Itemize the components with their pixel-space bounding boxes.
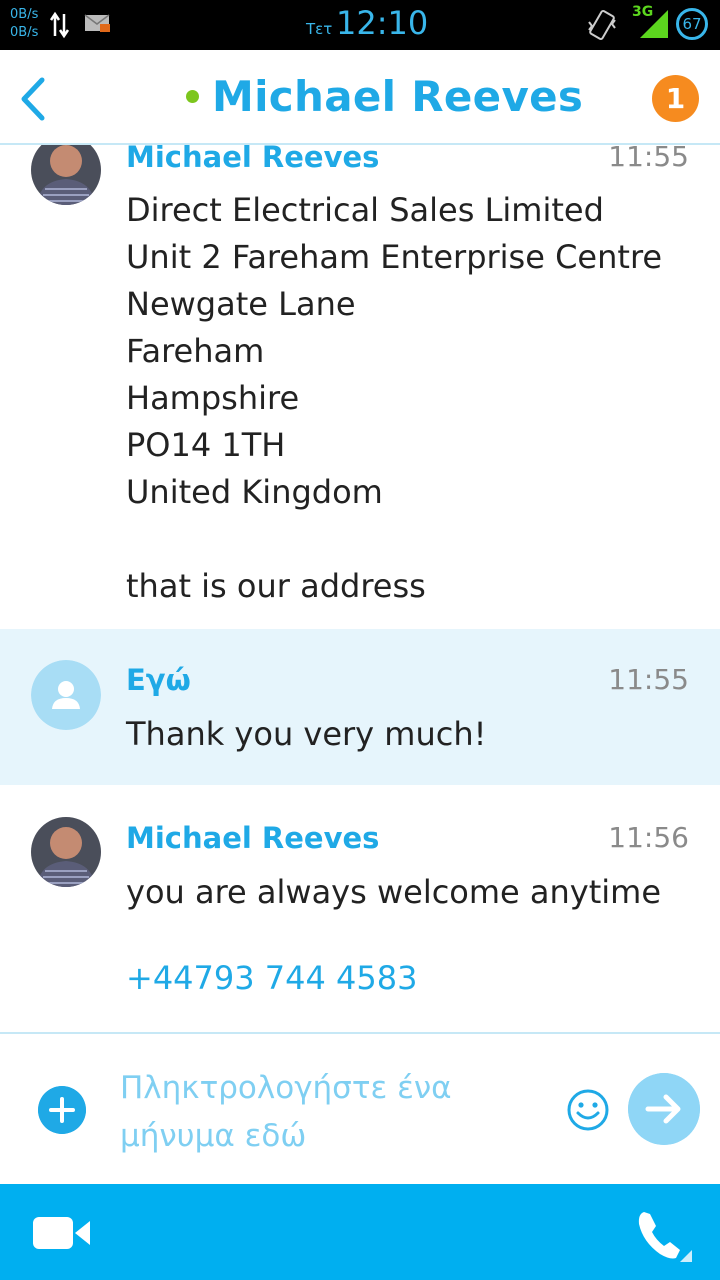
self-avatar[interactable] xyxy=(31,660,101,730)
contact-avatar[interactable] xyxy=(31,817,101,887)
contact-name-title[interactable]: Michael Reeves xyxy=(212,72,583,121)
contact-avatar[interactable] xyxy=(31,145,101,205)
message-text: you are always welcome anytime xyxy=(126,873,662,911)
send-button[interactable] xyxy=(628,1073,700,1145)
message-composer: Πληκτρολογήστε ένα μήνυμα εδώ xyxy=(0,1034,720,1184)
message-time: 11:56 xyxy=(608,821,689,854)
status-bar: 0B/s 0B/s Τετ 12:10 3G 67 xyxy=(0,0,720,50)
upload-rate: 0B/s xyxy=(10,7,39,22)
voice-call-button[interactable] xyxy=(634,1208,694,1264)
emoji-button[interactable] xyxy=(566,1088,610,1132)
back-button[interactable] xyxy=(14,74,54,124)
notification-badge[interactable]: 1 xyxy=(652,75,699,122)
chat-header: Michael Reeves 1 xyxy=(0,50,720,145)
phone-number-link[interactable]: +44793 744 4583 xyxy=(126,955,417,1002)
message-item-self: Εγώ 11:55 Thank you very much! xyxy=(0,629,720,785)
network-rates: 0B/s 0B/s xyxy=(10,6,38,42)
message-time: 11:55 xyxy=(608,145,689,173)
status-time: 12:10 xyxy=(336,4,429,42)
message-list[interactable]: Michael Reeves 11:55 Direct Electrical S… xyxy=(0,145,720,1033)
call-action-bar xyxy=(0,1184,720,1280)
data-transfer-icon xyxy=(50,11,70,39)
battery-icon: 67 xyxy=(676,8,708,40)
presence-indicator xyxy=(186,90,199,103)
message-sender: Εγώ xyxy=(126,663,191,697)
message-text: Direct Electrical Sales Limited Unit 2 F… xyxy=(126,191,663,605)
download-rate: 0B/s xyxy=(10,25,39,40)
signal-strength-icon xyxy=(640,10,668,38)
video-call-button[interactable] xyxy=(32,1214,92,1252)
mail-notification-icon xyxy=(84,14,110,32)
message-item: Michael Reeves 11:55 Direct Electrical S… xyxy=(0,145,720,627)
vibrate-icon xyxy=(588,9,616,41)
message-text: Thank you very much! xyxy=(126,715,487,753)
add-content-button[interactable] xyxy=(38,1086,86,1134)
message-sender: Michael Reeves xyxy=(126,821,380,855)
message-input[interactable]: Πληκτρολογήστε ένα μήνυμα εδώ xyxy=(120,1064,540,1160)
message-time: 11:55 xyxy=(608,663,689,696)
status-day: Τετ xyxy=(306,20,333,38)
message-item: Michael Reeves 11:56 you are always welc… xyxy=(0,785,720,1033)
message-sender: Michael Reeves xyxy=(126,145,380,174)
